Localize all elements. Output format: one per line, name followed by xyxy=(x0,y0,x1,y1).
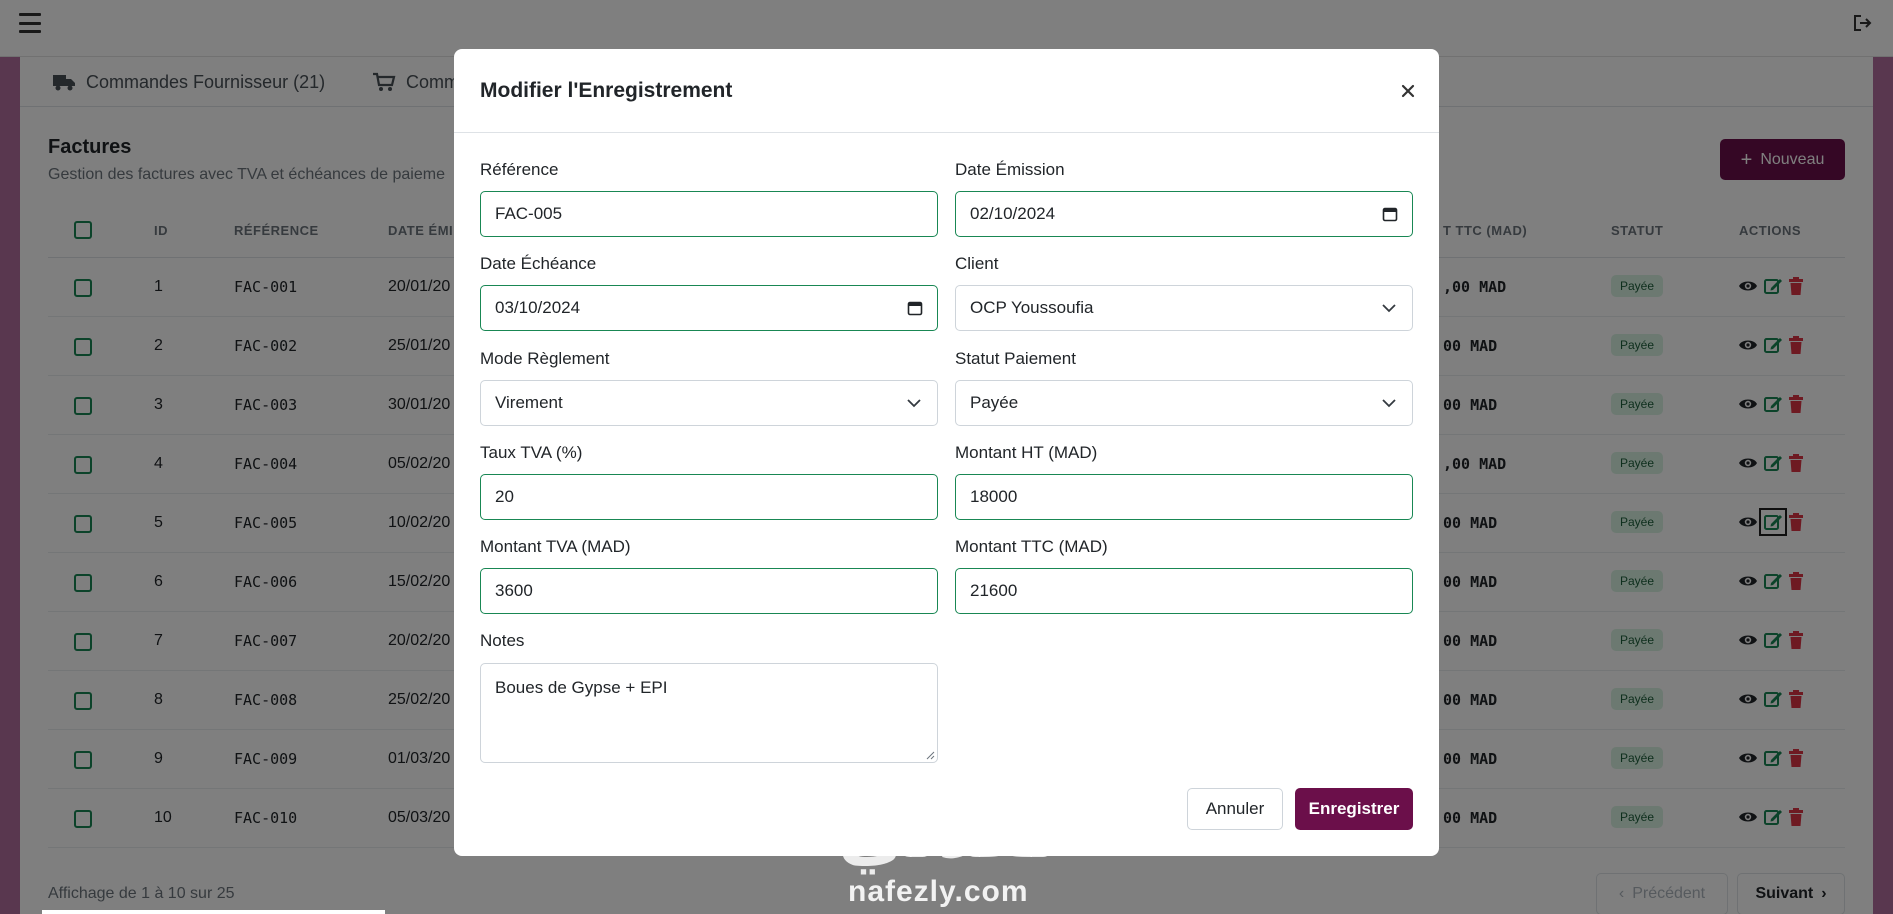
watermark-latin: nafezly.com xyxy=(848,875,1029,908)
client-label: Client xyxy=(955,254,999,273)
reference-value: FAC-005 xyxy=(495,204,563,223)
chevron-down-icon xyxy=(907,399,921,408)
montant-ht-value: 18000 xyxy=(970,487,1018,506)
montant-ttc-input[interactable]: 21600 xyxy=(955,568,1413,614)
montant-ttc-value: 21600 xyxy=(970,581,1018,600)
statut-paiement-value: Payée xyxy=(970,393,1019,412)
mode-reglement-value: Virement xyxy=(495,393,563,412)
taux-tva-value: 20 xyxy=(495,487,514,506)
date-emission-value: 02/10/2024 xyxy=(970,204,1056,223)
montant-ttc-label: Montant TTC (MAD) xyxy=(955,537,1108,556)
date-echeance-label: Date Échéance xyxy=(480,254,597,273)
client-select[interactable]: OCP Youssoufia xyxy=(955,285,1413,331)
modal-title: Modifier l'Enregistrement xyxy=(480,79,733,102)
reference-input[interactable]: FAC-005 xyxy=(480,191,938,237)
save-button[interactable]: Enregistrer xyxy=(1295,788,1413,830)
watermark-arabic: نفذلي xyxy=(838,790,1059,874)
date-emission-label: Date Émission xyxy=(955,160,1065,179)
bottom-strip xyxy=(42,910,385,914)
taux-tva-label: Taux TVA (%) xyxy=(480,443,583,462)
notes-textarea[interactable]: Boues de Gypse + EPI xyxy=(480,663,938,763)
montant-tva-value: 3600 xyxy=(495,581,533,600)
montant-ht-input[interactable]: 18000 xyxy=(955,474,1413,520)
date-emission-input[interactable]: 02/10/2024 xyxy=(955,191,1413,237)
calendar-icon[interactable] xyxy=(907,300,923,316)
client-value: OCP Youssoufia xyxy=(970,298,1094,317)
resize-handle-icon[interactable] xyxy=(925,750,935,760)
chevron-down-icon xyxy=(1382,399,1396,408)
date-echeance-value: 03/10/2024 xyxy=(495,298,581,317)
montant-tva-input[interactable]: 3600 xyxy=(480,568,938,614)
modal-header: Modifier l'Enregistrement xyxy=(454,49,1439,133)
notes-label: Notes xyxy=(480,631,525,650)
notes-value: Boues de Gypse + EPI xyxy=(495,678,668,697)
montant-ht-label: Montant HT (MAD) xyxy=(955,443,1098,462)
mode-reglement-label: Mode Règlement xyxy=(480,349,610,368)
close-icon[interactable] xyxy=(1399,82,1417,100)
date-echeance-input[interactable]: 03/10/2024 xyxy=(480,285,938,331)
mode-reglement-select[interactable]: Virement xyxy=(480,380,938,426)
statut-paiement-label: Statut Paiement xyxy=(955,349,1076,368)
reference-label: Référence xyxy=(480,160,559,179)
edit-modal: Modifier l'Enregistrement Référence FAC-… xyxy=(454,49,1439,856)
taux-tva-input[interactable]: 20 xyxy=(480,474,938,520)
calendar-icon[interactable] xyxy=(1382,206,1398,222)
chevron-down-icon xyxy=(1382,304,1396,313)
montant-tva-label: Montant TVA (MAD) xyxy=(480,537,631,556)
statut-paiement-select[interactable]: Payée xyxy=(955,380,1413,426)
cancel-button[interactable]: Annuler xyxy=(1187,788,1283,830)
